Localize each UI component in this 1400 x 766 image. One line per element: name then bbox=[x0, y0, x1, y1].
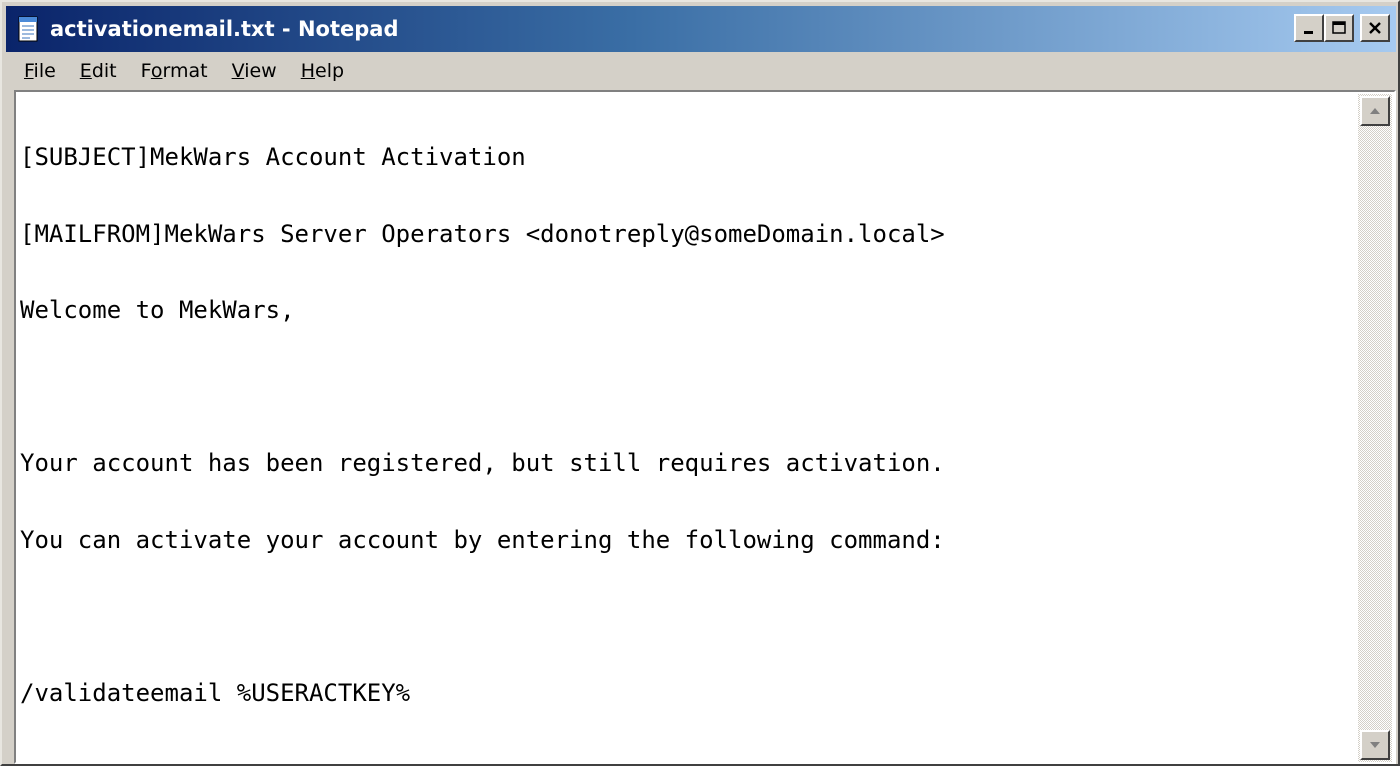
menu-file[interactable]: File bbox=[6, 58, 68, 84]
arrow-up-icon bbox=[1370, 108, 1380, 114]
text-line: You can activate your account by enterin… bbox=[20, 525, 945, 554]
menu-bar: File Edit Format View Help bbox=[6, 54, 1396, 88]
arrow-down-icon bbox=[1370, 742, 1380, 748]
window-controls bbox=[1294, 14, 1390, 42]
editor-text[interactable]: [SUBJECT]MekWars Account Activation [MAI… bbox=[20, 94, 1350, 760]
menu-edit[interactable]: Edit bbox=[68, 58, 129, 84]
scroll-down-button[interactable] bbox=[1360, 730, 1390, 760]
title-bar[interactable]: activationemail.txt - Notepad bbox=[6, 6, 1396, 52]
notepad-icon[interactable] bbox=[16, 16, 40, 42]
text-line: /validateemail %USERACTKEY% bbox=[20, 678, 411, 707]
minimize-button[interactable] bbox=[1294, 14, 1324, 42]
maximize-icon bbox=[1332, 21, 1346, 34]
window-title: activationemail.txt - Notepad bbox=[50, 17, 399, 41]
text-line bbox=[20, 604, 1350, 630]
text-line: [MAILFROM]MekWars Server Operators <dono… bbox=[20, 219, 945, 248]
close-icon bbox=[1369, 22, 1381, 34]
vertical-scrollbar[interactable] bbox=[1358, 94, 1392, 762]
scroll-up-button[interactable] bbox=[1360, 96, 1390, 126]
notepad-window: activationemail.txt - Notepad File Edit … bbox=[0, 0, 1400, 766]
text-line: Your account has been registered, but st… bbox=[20, 449, 945, 477]
menu-help[interactable]: Help bbox=[289, 58, 356, 84]
text-line: [SUBJECT]MekWars Account Activation bbox=[20, 143, 526, 171]
text-line bbox=[20, 375, 1350, 401]
maximize-button[interactable] bbox=[1324, 14, 1354, 42]
close-button[interactable] bbox=[1360, 14, 1390, 42]
text-editor[interactable]: [SUBJECT]MekWars Account Activation [MAI… bbox=[14, 90, 1396, 764]
minimize-icon bbox=[1304, 31, 1313, 34]
text-line: Welcome to MekWars, bbox=[20, 296, 295, 324]
menu-format[interactable]: Format bbox=[129, 58, 220, 84]
menu-view[interactable]: View bbox=[220, 58, 289, 84]
